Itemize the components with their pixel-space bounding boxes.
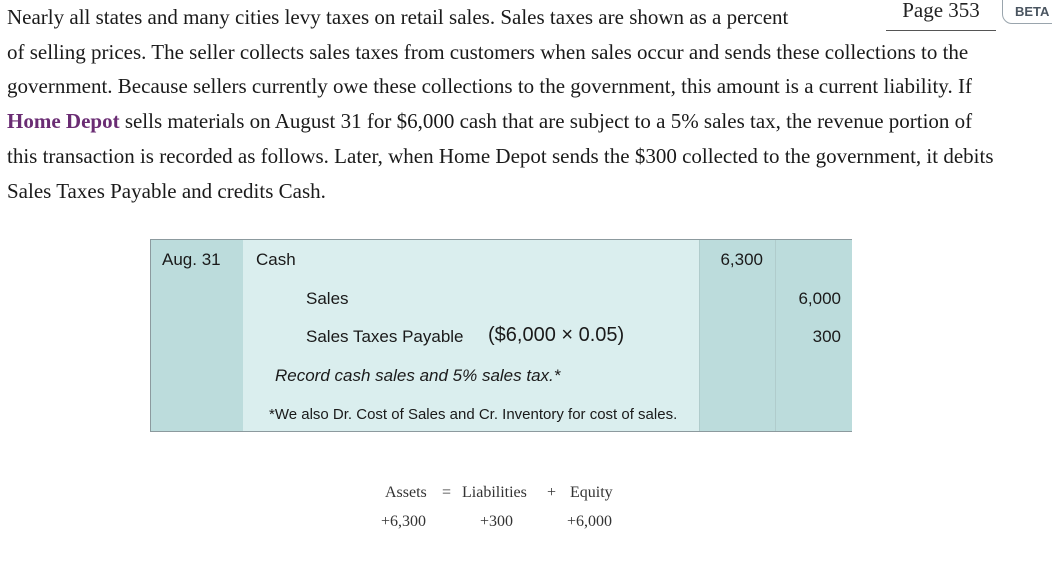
debit-account-cash: Cash	[256, 250, 296, 269]
journal-memo: Record cash sales and 5% sales tax.*	[275, 366, 561, 385]
paragraph-line-1: Nearly all states and many cities levy t…	[7, 5, 789, 29]
debit-amount: 6,300	[720, 250, 763, 269]
journal-entry-table: Aug. 31 Cash 6,300 Sales 6,000 Sales Tax…	[150, 239, 852, 432]
company-name: Home Depot	[7, 109, 120, 134]
credit-account-sales: Sales	[306, 289, 349, 308]
credit-amount-sales: 6,000	[798, 289, 841, 308]
equation-assets-label: Assets	[385, 484, 427, 501]
equation-equals-sign: =	[442, 484, 452, 501]
equation-liabilities-label: Liabilities	[462, 484, 527, 501]
beta-badge: BETA	[1002, 0, 1052, 24]
sales-tax-calculation: ($6,000 × 0.05)	[488, 324, 625, 346]
beta-badge-label: BETA	[1015, 4, 1050, 19]
equation-equity-value: +6,000	[567, 513, 613, 530]
equation-equity-label: Equity	[570, 484, 613, 501]
equation-plus-sign: +	[547, 484, 557, 501]
equation-liabilities-value: +300	[480, 513, 514, 530]
entry-date: Aug. 31	[162, 250, 221, 269]
body-paragraph: Nearly all states and many cities levy t…	[7, 0, 1007, 208]
paragraph-text-after-company: sells materials on August 31 for $6,000 …	[7, 109, 994, 203]
credit-account-sales-taxes-payable: Sales Taxes Payable	[306, 327, 464, 346]
credit-amount-sales-taxes: 300	[812, 327, 841, 346]
journal-footnote: *We also Dr. Cost of Sales and Cr. Inven…	[269, 406, 678, 423]
equation-assets-value: +6,300	[381, 513, 427, 530]
paragraph-text-before-company: of selling prices. The seller collects s…	[7, 39, 972, 99]
